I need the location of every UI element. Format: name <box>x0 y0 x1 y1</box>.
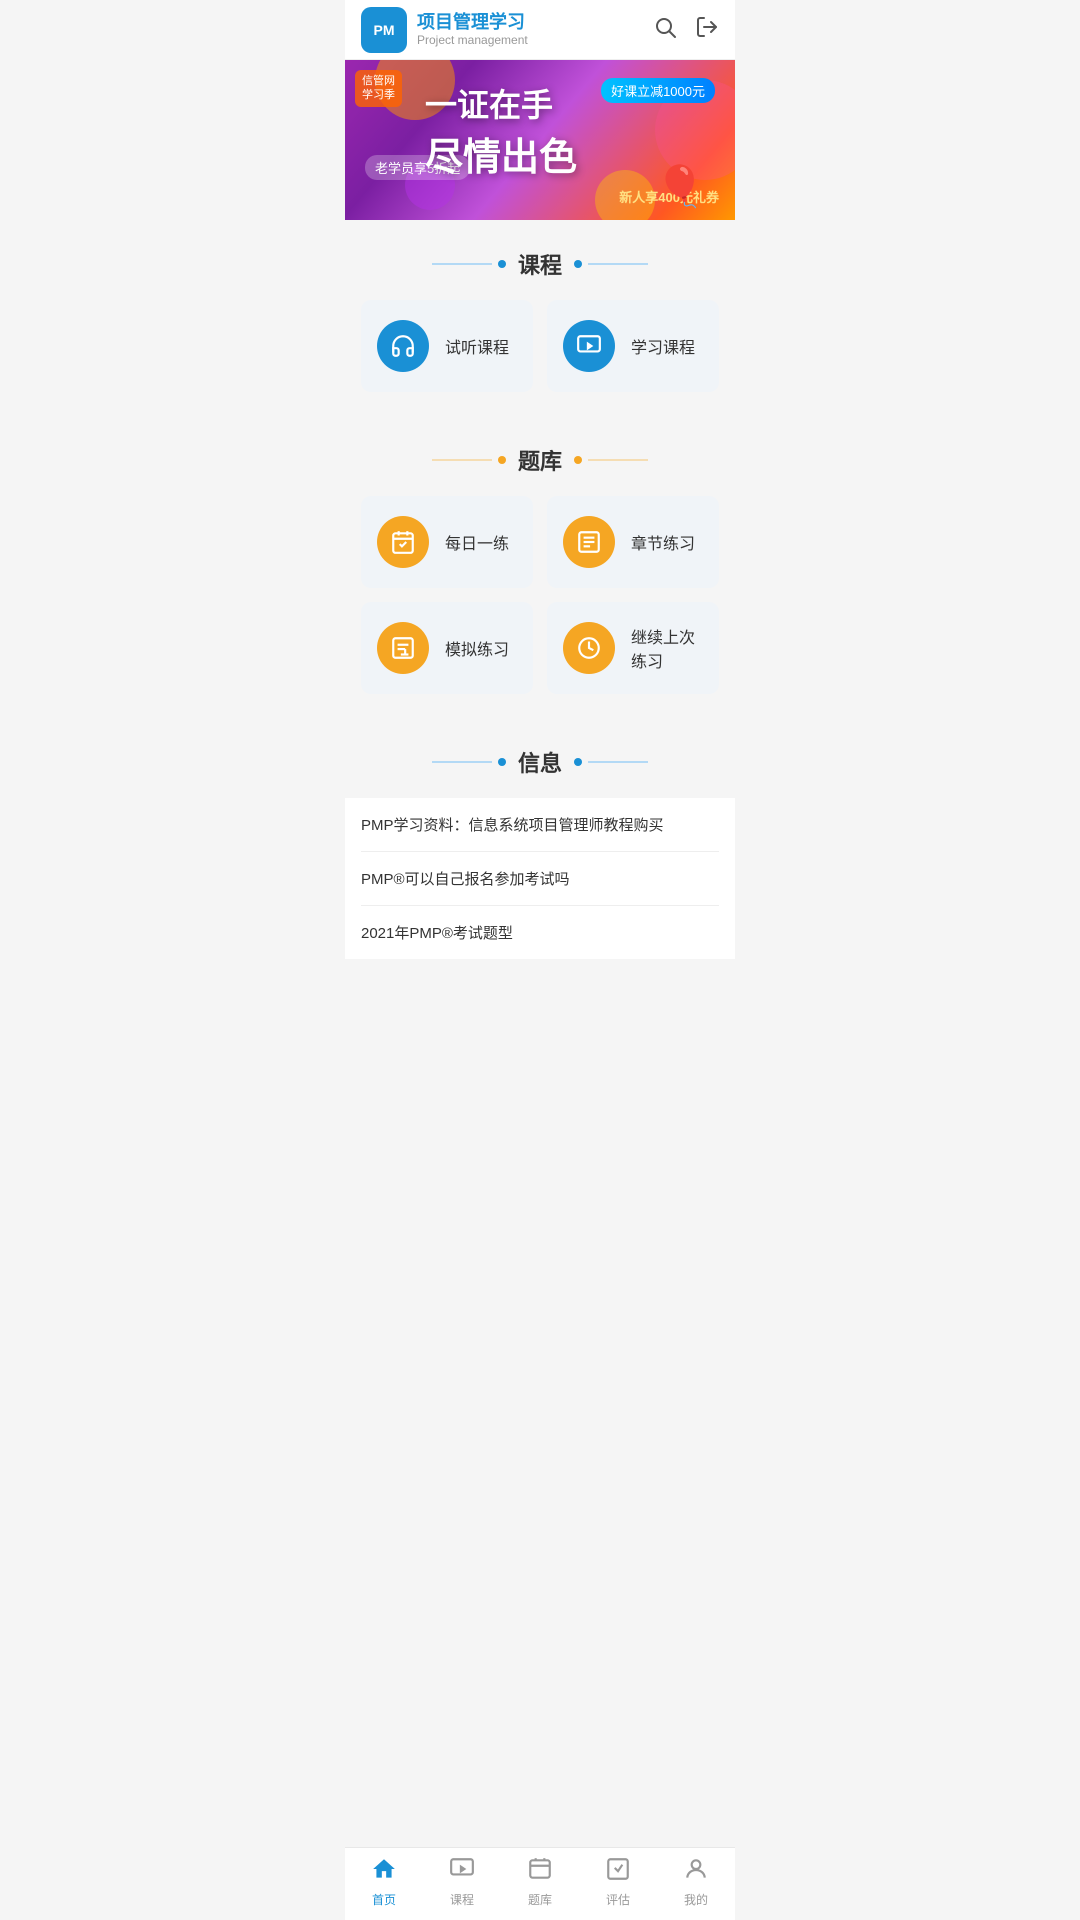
info-section-title: 信息 <box>518 746 562 778</box>
info-item-0[interactable]: PMP学习资料：信息系统项目管理师教程购买 <box>361 798 719 852</box>
banner-promo-top: 好课立减1000元 <box>601 78 715 103</box>
info-title-line-left <box>432 761 492 763</box>
mock-practice-label: 模拟练习 <box>445 636 509 660</box>
bank-section-title-wrap: 题库 <box>345 416 735 496</box>
nav-bank-label: 题库 <box>528 1891 552 1908</box>
search-icon[interactable] <box>653 15 677 45</box>
info-item-1[interactable]: PMP®可以自己报名参加考试吗 <box>361 852 719 906</box>
nav-bank-icon <box>527 1856 553 1887</box>
home-icon <box>371 1856 397 1887</box>
daily-practice-label: 每日一练 <box>445 530 509 554</box>
study-course-label: 学习课程 <box>631 334 695 358</box>
header-icons <box>653 15 719 45</box>
nav-mine-icon <box>683 1856 709 1887</box>
app-title-en: Project management <box>417 33 528 47</box>
continue-practice-label: 继续上次练习 <box>631 624 703 672</box>
logout-icon[interactable] <box>695 15 719 45</box>
trial-course-icon <box>377 320 429 372</box>
app-title-cn: 项目管理学习 <box>417 12 528 34</box>
nav-mine-label: 我的 <box>684 1891 708 1908</box>
promo-banner[interactable]: 信管网 学习季 一证在手 尽情出色 好课立减1000元 老学员享5折起 新人享4… <box>345 60 735 220</box>
bottom-nav: 首页 课程 题库 评估 <box>345 1847 735 1920</box>
nav-eval[interactable]: 评估 <box>579 1856 657 1908</box>
info-list: PMP学习资料：信息系统项目管理师教程购买 PMP®可以自己报名参加考试吗 20… <box>345 798 735 959</box>
header-left: PM 项目管理学习 Project management <box>361 7 528 53</box>
nav-course-icon <box>449 1856 475 1887</box>
banner-main-text-1: 一证在手 <box>425 80 577 126</box>
info-title-dot-left <box>498 758 506 766</box>
info-title-line-right <box>588 761 648 763</box>
course-cards-grid: 试听课程 学习课程 <box>345 300 735 416</box>
trial-course-card[interactable]: 试听课程 <box>361 300 533 392</box>
balloon-icon: 🎈 <box>655 163 705 210</box>
study-course-card[interactable]: 学习课程 <box>547 300 719 392</box>
bank-section-title: 题库 <box>518 444 562 476</box>
nav-home[interactable]: 首页 <box>345 1856 423 1908</box>
info-item-2[interactable]: 2021年PMP®考试题型 <box>361 906 719 959</box>
nav-eval-label: 评估 <box>606 1891 630 1908</box>
banner-main-text-2: 尽情出色 <box>425 126 577 181</box>
bank-title-dot-right <box>574 456 582 464</box>
chapter-practice-card[interactable]: 章节练习 <box>547 496 719 588</box>
course-title-line-right <box>588 263 648 265</box>
info-title-dot-right <box>574 758 582 766</box>
bank-cards-grid: 每日一练 章节练习 <box>345 496 735 718</box>
nav-mine[interactable]: 我的 <box>657 1856 735 1908</box>
course-title-dot-right <box>574 260 582 268</box>
mock-practice-card[interactable]: 模拟练习 <box>361 602 533 694</box>
chapter-practice-icon <box>563 516 615 568</box>
continue-practice-card[interactable]: 继续上次练习 <box>547 602 719 694</box>
daily-practice-icon <box>377 516 429 568</box>
bank-title-line-left <box>432 459 492 461</box>
continue-practice-icon <box>563 622 615 674</box>
info-section-title-wrap: 信息 <box>345 718 735 798</box>
nav-course[interactable]: 课程 <box>423 1856 501 1908</box>
bank-title-line-right <box>588 459 648 461</box>
banner-badge: 信管网 学习季 <box>355 70 402 107</box>
nav-bank[interactable]: 题库 <box>501 1856 579 1908</box>
course-section-title-wrap: 课程 <box>345 220 735 300</box>
course-title-dot-left <box>498 260 506 268</box>
study-course-icon <box>563 320 615 372</box>
bank-title-dot-left <box>498 456 506 464</box>
daily-practice-card[interactable]: 每日一练 <box>361 496 533 588</box>
info-section: 信息 PMP学习资料：信息系统项目管理师教程购买 PMP®可以自己报名参加考试吗… <box>345 718 735 959</box>
chapter-practice-label: 章节练习 <box>631 530 695 554</box>
bank-section: 题库 每日一练 <box>345 416 735 718</box>
course-title-line-left <box>432 263 492 265</box>
mock-practice-icon <box>377 622 429 674</box>
logo-icon: PM <box>361 7 407 53</box>
nav-course-label: 课程 <box>450 1891 474 1908</box>
course-section-title: 课程 <box>518 248 562 280</box>
header: PM 项目管理学习 Project management <box>345 0 735 60</box>
header-title-wrap: 项目管理学习 Project management <box>417 12 528 48</box>
nav-home-label: 首页 <box>372 1891 396 1908</box>
nav-eval-icon <box>605 1856 631 1887</box>
course-section: 课程 试听课程 <box>345 220 735 416</box>
trial-course-label: 试听课程 <box>445 334 509 358</box>
